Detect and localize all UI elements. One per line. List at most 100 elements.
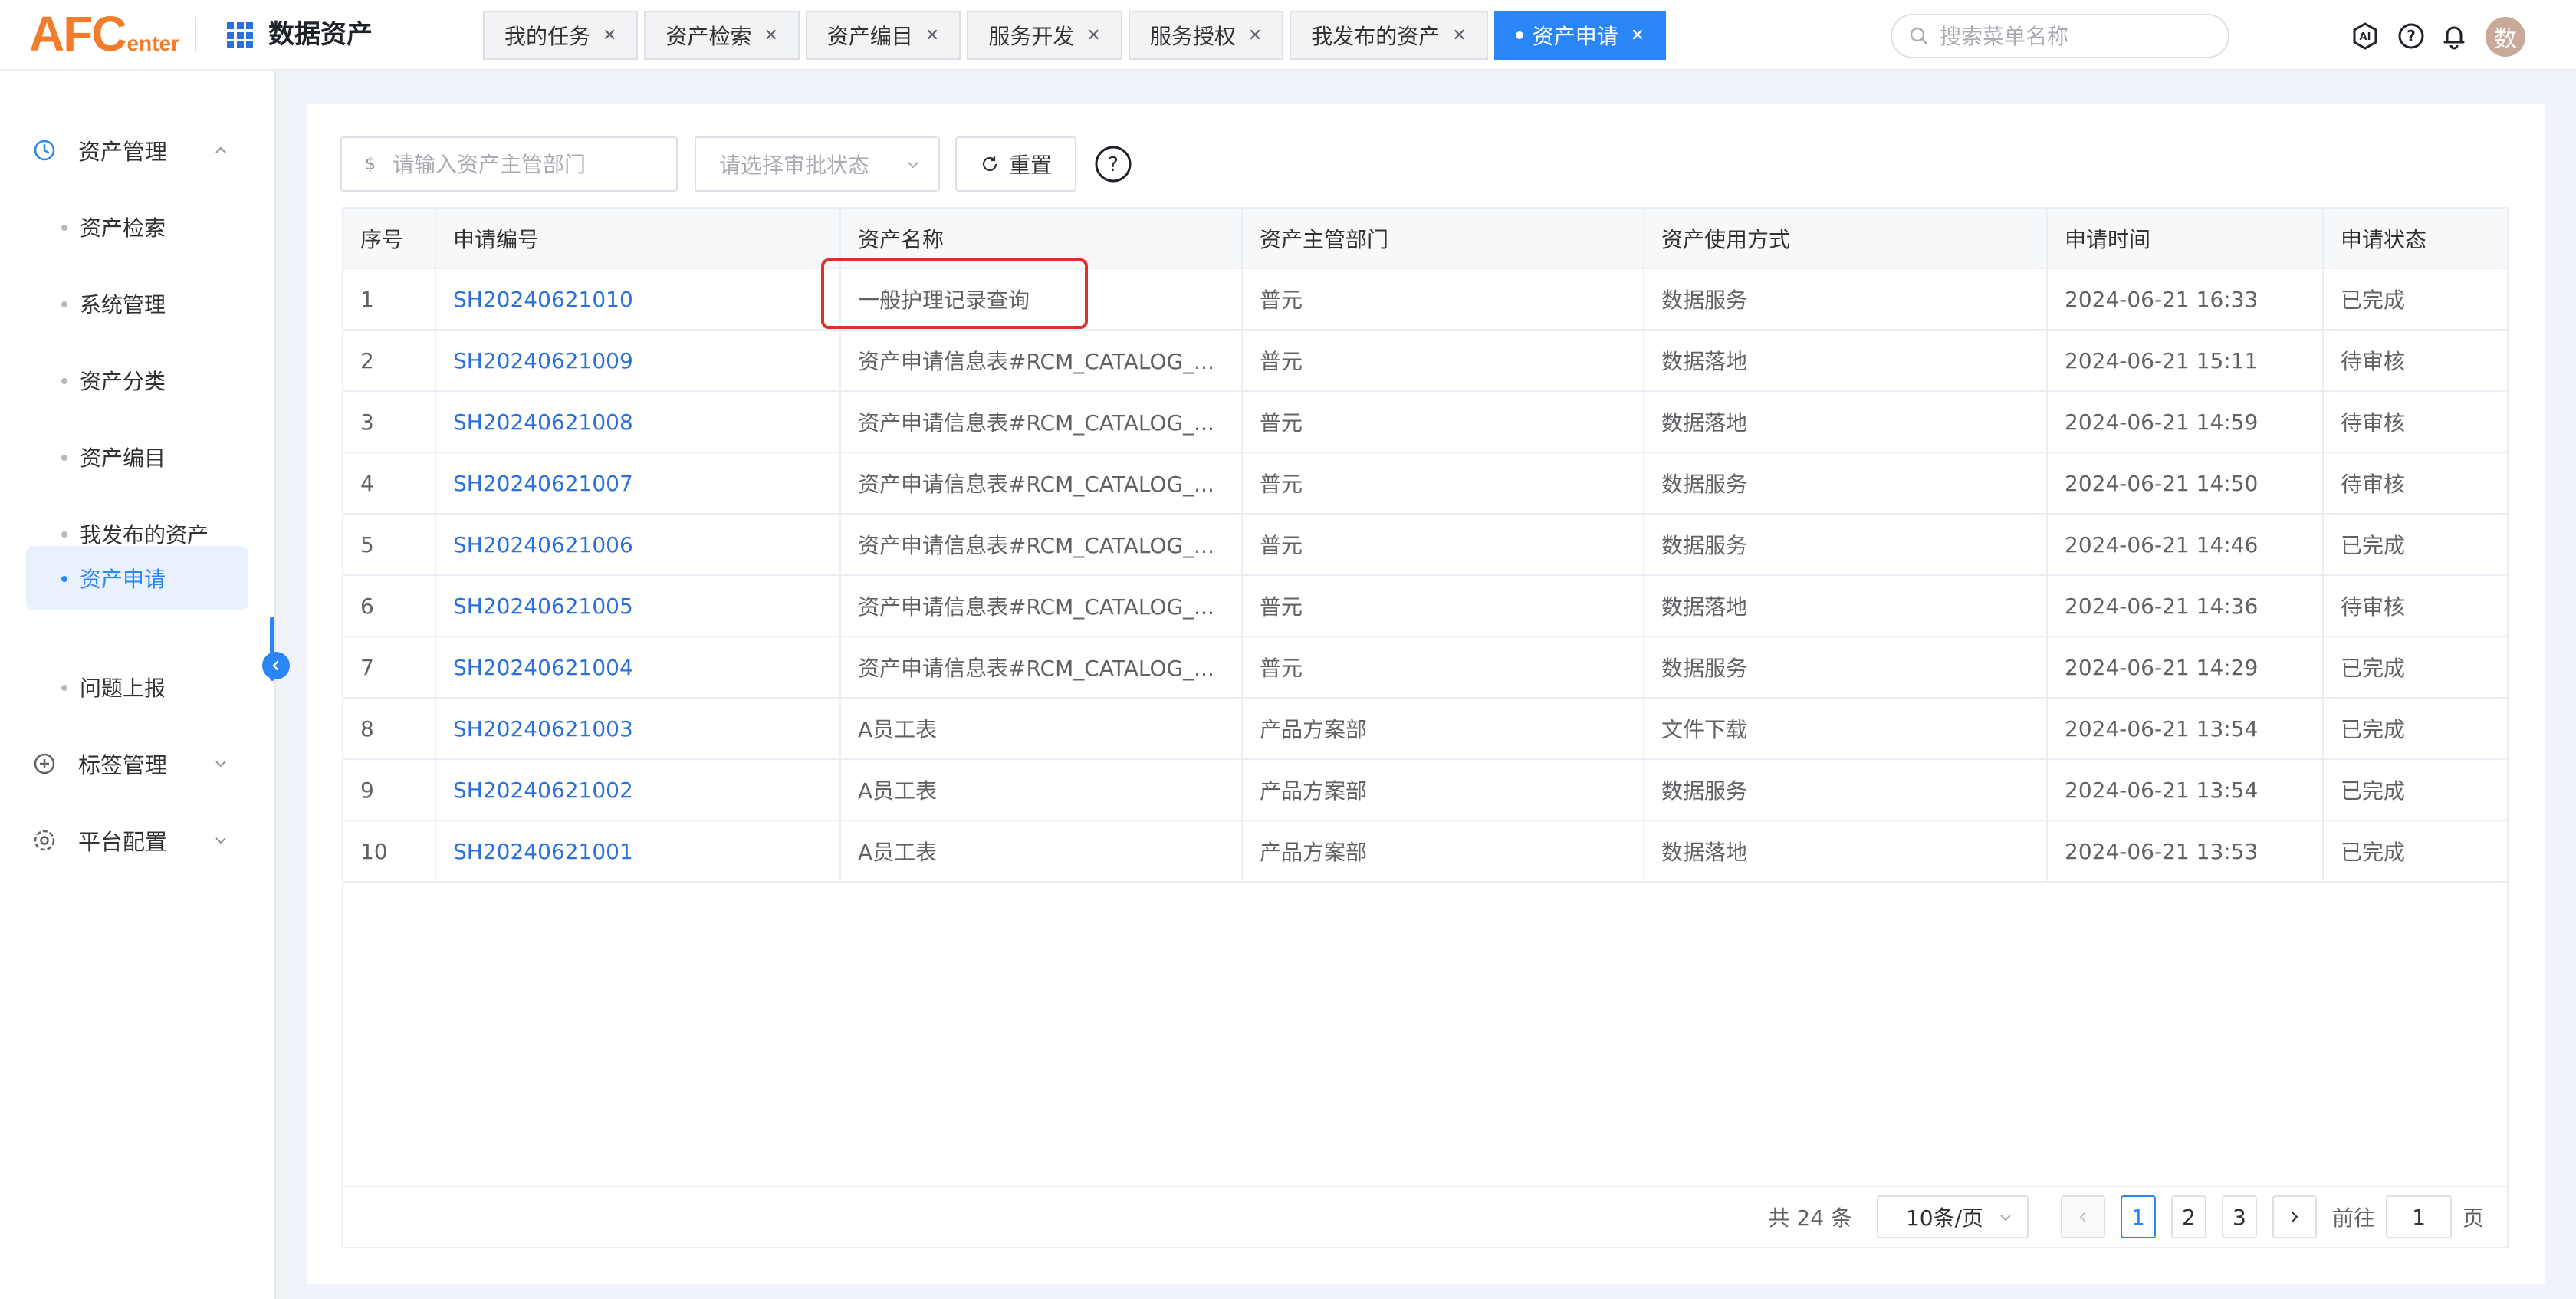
apps-grid-icon[interactable] (227, 22, 253, 48)
table-row[interactable]: 8 SH20240621003 A员工表 产品方案部 文件下载 2024-06-21 13… (343, 698, 2507, 760)
dept-filter-field[interactable]: $ (340, 136, 678, 192)
table-row[interactable]: 7 SH20240621004 资产申请信息表#RCM_CATALOG_... 普元数… (343, 636, 2507, 699)
close-icon[interactable]: ✕ (1086, 26, 1100, 45)
page-button-2[interactable]: 2 (2170, 1195, 2206, 1238)
application-id-link[interactable]: SH20240621001 (435, 821, 841, 883)
search-icon (1910, 27, 1928, 45)
menu-search-box[interactable] (1891, 14, 2229, 58)
page-button-3[interactable]: 3 (2221, 1195, 2257, 1238)
table-cell: 文件下载 (1644, 698, 2048, 760)
table-cell: 已完成 (2323, 268, 2507, 331)
application-id-link[interactable]: SH20240621007 (435, 452, 841, 515)
table-cell: 2024-06-21 13:54 (2047, 698, 2324, 760)
page-button-1[interactable]: 1 (2120, 1195, 2156, 1238)
tab-my-tasks[interactable]: 我的任务 ✕ (483, 11, 639, 60)
logo[interactable]: AFC enter (29, 9, 179, 58)
table-row[interactable]: 6 SH20240621005 资产申请信息表#RCM_CATALOG_... 普元数… (343, 575, 2507, 637)
table-cell: 2024-06-21 13:53 (2047, 821, 2324, 883)
table-row[interactable]: 9 SH20240621002 A员工表 产品方案部 数据服务 2024-06-21 13… (343, 759, 2507, 821)
tab-service-auth[interactable]: 服务授权 ✕ (1128, 11, 1284, 60)
table-cell: 普元 (1242, 452, 1644, 515)
table-cell: 普元 (1242, 330, 1644, 392)
column-header: 申请时间 (2047, 209, 2324, 269)
table-row[interactable]: 10 SH20240621001 A员工表 产品方案部 数据落地 2024-06-21 1… (343, 821, 2507, 883)
application-id-link[interactable]: SH20240621002 (435, 759, 841, 821)
application-id-link[interactable]: SH20240621005 (435, 575, 841, 637)
avatar[interactable]: 数 (2486, 17, 2525, 57)
table-cell: 资产申请信息表#RCM_CATALOG_... (840, 391, 1243, 453)
table-row[interactable]: 5 SH20240621006 资产申请信息表#RCM_CATALOG_... 普元数… (343, 514, 2507, 576)
table-cell: 10 (343, 821, 436, 883)
application-id-link[interactable]: SH20240621006 (435, 514, 841, 576)
ai-icon[interactable]: AI (2351, 21, 2380, 51)
table-cell: 已完成 (2323, 698, 2507, 760)
table-row[interactable]: 2 SH20240621009 资产申请信息表#RCM_CATALOG_... 普元数… (343, 330, 2507, 392)
table-cell: 2024-06-21 14:50 (2047, 452, 2324, 515)
sidebar-item-asset-search[interactable]: 资产检索 (26, 195, 248, 259)
next-page-button[interactable] (2272, 1195, 2317, 1238)
prev-page-button[interactable] (2060, 1195, 2105, 1238)
table-cell: 数据服务 (1644, 514, 2048, 576)
sidebar-group-label: 标签管理 (78, 752, 168, 778)
pagination: 共 24 条 10条/页 1 2 3 前往 页 (343, 1186, 2507, 1247)
tab-asset-search[interactable]: 资产检索 ✕ (644, 11, 800, 60)
table-cell: 6 (343, 575, 436, 637)
sidebar-item-system-management[interactable]: 系统管理 (26, 271, 248, 336)
close-icon[interactable]: ✕ (603, 26, 616, 45)
table-row[interactable]: 3 SH20240621008 资产申请信息表#RCM_CATALOG_... 普元数… (343, 391, 2507, 453)
goto-suffix: 页 (2462, 1205, 2484, 1231)
table-cell: 2 (343, 330, 436, 392)
application-id-link[interactable]: SH20240621008 (435, 391, 841, 453)
bell-icon[interactable] (2440, 21, 2469, 51)
close-icon[interactable]: ✕ (1452, 26, 1466, 45)
clock-icon (34, 140, 55, 161)
page-size-select[interactable]: 10条/页 (1876, 1195, 2029, 1238)
sidebar-item-label: 资产申请 (80, 567, 166, 592)
sidebar-item-label: 系统管理 (80, 292, 166, 317)
close-icon[interactable]: ✕ (1631, 26, 1644, 45)
help-circle-icon[interactable]: ? (1093, 144, 1133, 184)
sidebar-item-asset-catalog[interactable]: 资产编目 (26, 425, 248, 489)
application-table: 序号 申请编号 资产名称 资产主管部门 资产使用方式 申请时间 申请状态 1 SH… (342, 207, 2509, 1248)
table-cell: 5 (343, 514, 436, 576)
table-row[interactable]: 1 SH20240621010 一般护理记录查询 普元 数据服务 2024-06-21 1… (343, 258, 2507, 331)
menu-search-input[interactable] (1940, 23, 2216, 49)
help-icon[interactable]: ? (2397, 21, 2426, 51)
close-icon[interactable]: ✕ (1248, 26, 1262, 45)
table-cell: 2024-06-21 15:11 (2047, 330, 2324, 392)
close-icon[interactable]: ✕ (925, 26, 939, 45)
sidebar-item-asset-category[interactable]: 资产分类 (26, 348, 248, 413)
table-cell: 产品方案部 (1242, 759, 1644, 821)
application-id-link[interactable]: SH20240621009 (435, 330, 841, 392)
tab-my-published[interactable]: 我发布的资产 ✕ (1290, 11, 1488, 60)
goto-page-input[interactable] (2385, 1195, 2452, 1238)
sidebar-group-platform-config[interactable]: 平台配置 (0, 810, 276, 871)
column-header: 资产使用方式 (1644, 209, 2048, 269)
dept-filter-input[interactable] (393, 151, 653, 177)
table-cell: 3 (343, 391, 436, 453)
sidebar-group-asset-management[interactable]: 资产管理 (0, 120, 276, 181)
application-id-link[interactable]: SH20240621003 (435, 698, 841, 760)
application-id-link[interactable]: SH20240621010 (435, 268, 841, 331)
table-cell: 普元 (1242, 268, 1644, 331)
table-cell: 数据服务 (1644, 636, 2048, 699)
sidebar-item-label: 我发布的资产 (80, 522, 209, 548)
reset-button[interactable]: 重置 (955, 136, 1076, 192)
sidebar-collapse-button[interactable] (262, 652, 290, 679)
main-content: $ 请选择审批状态 重置 ? (307, 104, 2545, 1284)
column-header: 申请状态 (2323, 209, 2507, 269)
tab-asset-catalog[interactable]: 资产编目 ✕ (805, 11, 961, 60)
table-row[interactable]: 4 SH20240621007 资产申请信息表#RCM_CATALOG_... 普元数… (343, 452, 2507, 515)
tab-asset-application[interactable]: 资产申请 ✕ (1493, 11, 1667, 60)
page-tabs: 我的任务 ✕ 资产检索 ✕ 资产编目 ✕ 服务开发 ✕ 服务授权 ✕ 我发布的资… (483, 11, 1672, 60)
sidebar-group-tag-management[interactable]: 标签管理 (0, 733, 276, 794)
close-icon[interactable]: ✕ (764, 26, 777, 45)
table-cell: 数据落地 (1644, 575, 2048, 637)
sidebar-group-label: 资产管理 (78, 139, 168, 165)
status-select[interactable]: 请选择审批状态 (695, 136, 940, 192)
table-cell: 2024-06-21 13:54 (2047, 759, 2324, 821)
application-id-link[interactable]: SH20240621004 (435, 636, 841, 699)
sidebar-item-asset-application[interactable]: 资产申请 (26, 546, 248, 610)
sidebar-item-issue-report[interactable]: 问题上报 (26, 655, 248, 719)
tab-service-dev[interactable]: 服务开发 ✕ (967, 11, 1122, 60)
